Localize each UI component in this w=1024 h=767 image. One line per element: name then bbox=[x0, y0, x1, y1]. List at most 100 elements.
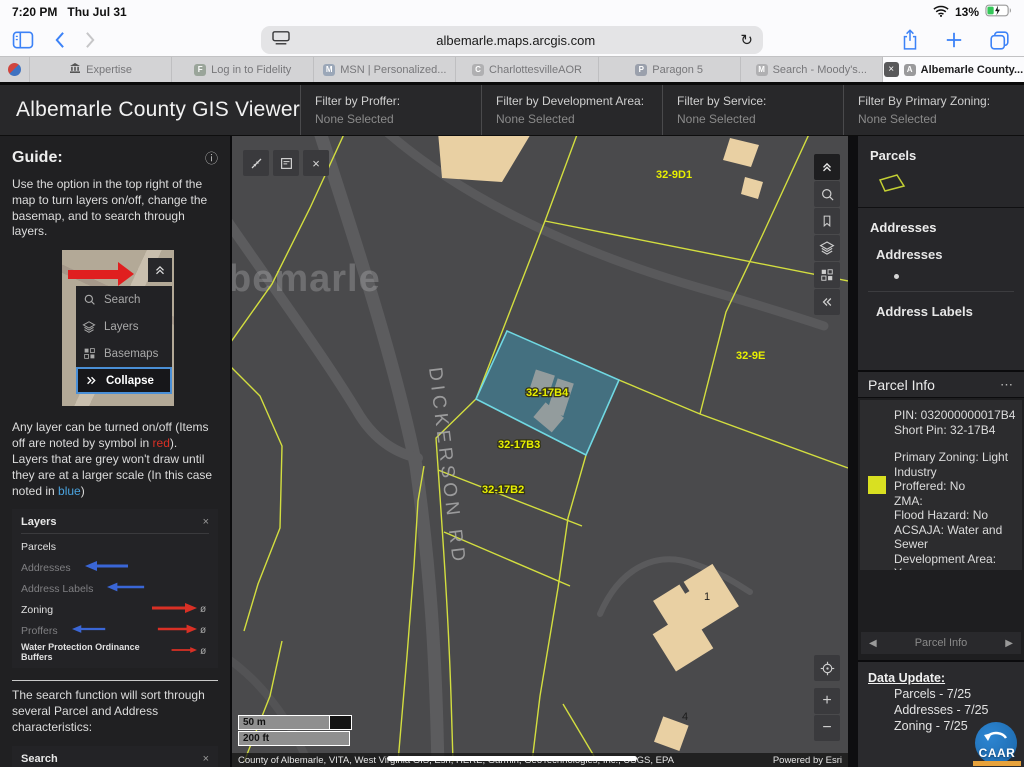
powered-by-esri: Powered by Esri bbox=[773, 755, 842, 766]
data-update-parcels: Parcels - 7/25 bbox=[894, 687, 1014, 701]
ellipsis-menu-icon[interactable]: ⋯ bbox=[1000, 377, 1014, 393]
filter-proffer[interactable]: Filter by Proffer: None Selected bbox=[300, 85, 481, 135]
guide-screenshot-menu: Search Layers Basemaps Collapse bbox=[62, 250, 174, 406]
wifi-icon bbox=[933, 5, 949, 20]
layer-row-zoning: Zoning ø bbox=[21, 599, 209, 620]
layer-hidden-icon: ø bbox=[200, 646, 209, 657]
tab-albemarle-active[interactable]: × A Albemarle County... bbox=[883, 57, 1024, 82]
parcel-symbol-icon bbox=[878, 173, 906, 193]
layers-icon bbox=[82, 320, 96, 334]
parcel-flood-hazard: Flood Hazard: No bbox=[894, 508, 1018, 523]
zoom-in-button[interactable]: + bbox=[814, 688, 840, 714]
collapse-up-button[interactable] bbox=[814, 154, 840, 180]
map-toolbar-top-left: × bbox=[243, 150, 329, 176]
map-toolbar-bottom-right: + − bbox=[814, 655, 840, 742]
layer-row-wpo-buffers: Water Protection Ordinance Buffers ø bbox=[21, 641, 209, 662]
filter-primary-zoning[interactable]: Filter By Primary Zoning: None Selected bbox=[843, 85, 1024, 135]
collapse-left-button[interactable] bbox=[814, 289, 840, 315]
pager-next-icon[interactable]: ▶ bbox=[1005, 638, 1013, 649]
search-button[interactable] bbox=[814, 181, 840, 207]
layer-row-proffers: Proffers ø bbox=[21, 620, 209, 641]
collapse-icon bbox=[84, 374, 98, 388]
data-update-title: Data Update: bbox=[868, 671, 1014, 685]
caar-orange-bar bbox=[973, 761, 1021, 766]
tab-switcher-button[interactable] bbox=[989, 30, 1010, 51]
parcel-proffered: Proffered: No bbox=[894, 479, 1018, 494]
basemaps-button[interactable] bbox=[814, 262, 840, 288]
tab-charlottesvilleaor[interactable]: C CharlottesvilleAOR bbox=[456, 57, 598, 82]
parcel-label-32-17b2: 32-17B2 bbox=[482, 484, 524, 496]
locate-button[interactable] bbox=[814, 655, 840, 681]
guide-note: Any layer can be turned on/off (Items of… bbox=[12, 420, 218, 499]
guide-sidebar: Guide: ⓘ Use the option in the top right… bbox=[0, 136, 232, 767]
bookmark-button[interactable] bbox=[814, 208, 840, 234]
red-arrow bbox=[157, 624, 197, 637]
url-text[interactable]: albemarle.maps.arcgis.com bbox=[291, 33, 740, 48]
close-tool-button[interactable]: × bbox=[303, 150, 329, 176]
parcel-info-title: Parcel Info bbox=[868, 377, 935, 393]
pager-prev-icon[interactable]: ◀ bbox=[869, 638, 877, 649]
menu-item-layers: Layers bbox=[76, 313, 172, 340]
moodys-favicon: M bbox=[756, 64, 768, 76]
zoom-out-button[interactable]: − bbox=[814, 715, 840, 741]
caar-label: CAAR bbox=[972, 746, 1022, 760]
app-header: Albemarle County GIS Viewer Filter by Pr… bbox=[0, 82, 1024, 136]
measure-tool-button[interactable] bbox=[243, 150, 269, 176]
back-button[interactable] bbox=[54, 31, 65, 49]
tab-fidelity[interactable]: F Log in to Fidelity bbox=[172, 57, 314, 82]
tab-overview-icon[interactable] bbox=[271, 30, 291, 51]
building-icon bbox=[69, 62, 81, 77]
legend-address-labels: Address Labels bbox=[858, 304, 1024, 319]
caar-logo: CAAR bbox=[972, 722, 1022, 766]
sidebar-toggle-button[interactable] bbox=[12, 31, 34, 49]
zoning-color-swatch bbox=[868, 476, 886, 494]
tab-msn[interactable]: M MSN | Personalized... bbox=[314, 57, 456, 82]
albemarle-favicon: A bbox=[904, 64, 916, 76]
tab-moodys[interactable]: M Search - Moody's... bbox=[741, 57, 883, 82]
blue-arrow bbox=[72, 624, 106, 637]
url-bar[interactable]: albemarle.maps.arcgis.com ↻ bbox=[261, 26, 763, 54]
guide-screenshot-layers: Layers × Parcels Addresses Address Label… bbox=[12, 509, 218, 668]
guide-screenshot-search: Search × ▾ Find address or place Search … bbox=[12, 746, 218, 767]
new-tab-button[interactable] bbox=[945, 31, 963, 49]
tab-expertise[interactable]: Expertise bbox=[30, 57, 172, 82]
parcel-info-body: PIN: 032000000017B4 Short Pin: 32-17B4 P… bbox=[860, 400, 1022, 570]
map-canvas[interactable]: bemarle bbox=[232, 136, 848, 762]
forward-button[interactable] bbox=[85, 31, 96, 49]
layer-hidden-icon: ø bbox=[200, 604, 209, 615]
right-sidebar: Parcels Addresses Addresses Address Labe… bbox=[858, 136, 1024, 767]
parcel-label-32-9e: 32-9E bbox=[736, 350, 765, 362]
reload-button[interactable]: ↻ bbox=[740, 33, 753, 48]
date-label: Thu Jul 31 bbox=[67, 5, 126, 19]
parcel-info-pager: ◀ Parcel Info ▶ bbox=[861, 632, 1021, 654]
close-tab-icon[interactable]: × bbox=[884, 62, 899, 77]
red-word: red bbox=[153, 436, 170, 450]
caor-favicon: C bbox=[472, 64, 484, 76]
blue-word: blue bbox=[58, 484, 81, 498]
parcel-acsaja: ACSAJA: Water and Sewer bbox=[894, 523, 1018, 552]
home-indicator[interactable] bbox=[387, 756, 637, 761]
basemaps-icon bbox=[82, 347, 96, 361]
guide-search-note: The search function will sort through se… bbox=[12, 688, 218, 735]
filter-service[interactable]: Filter by Service: None Selected bbox=[662, 85, 843, 135]
data-update-addresses: Addresses - 7/25 bbox=[894, 703, 1014, 717]
layer-row-addresses: Addresses bbox=[21, 557, 209, 578]
fidelity-favicon: F bbox=[194, 64, 206, 76]
map-container[interactable]: bemarle bbox=[232, 136, 848, 767]
layers-button[interactable] bbox=[814, 235, 840, 261]
scale-bar: 50 m 200 ft bbox=[238, 715, 352, 747]
legend-panel: Parcels Addresses Addresses Address Labe… bbox=[858, 136, 1024, 372]
divider bbox=[868, 291, 1014, 292]
filter-development-area[interactable]: Filter by Development Area: None Selecte… bbox=[481, 85, 662, 135]
gis-app: Albemarle County GIS Viewer Filter by Pr… bbox=[0, 82, 1024, 767]
status-bar: 7:20 PM Thu Jul 31 13% bbox=[0, 0, 1024, 24]
extension-icon[interactable] bbox=[0, 57, 30, 82]
share-button[interactable] bbox=[901, 29, 919, 51]
map-legend-button[interactable] bbox=[273, 150, 299, 176]
county-watermark: bemarle bbox=[232, 258, 381, 300]
tab-paragon[interactable]: P Paragon 5 bbox=[599, 57, 741, 82]
legend-addresses-title: Addresses bbox=[858, 220, 1024, 235]
battery-percent: 13% bbox=[955, 5, 979, 19]
info-icon[interactable]: ⓘ bbox=[205, 148, 218, 167]
menu-item-collapse: Collapse bbox=[76, 367, 172, 394]
